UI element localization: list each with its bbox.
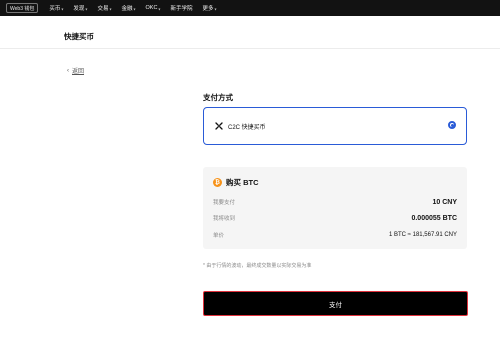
price-disclaimer: * 由于行情的波动，最终成交数量以实际交易为准: [203, 263, 312, 269]
page-header: 快捷买币: [0, 16, 500, 49]
nav-item-discover[interactable]: 发现 ▾: [73, 4, 87, 12]
summary-value: 0.000055 BTC: [411, 214, 457, 222]
summary-header: ₿ 购买 BTC: [213, 177, 259, 188]
nav-item-buy[interactable]: 买币 ▾: [49, 4, 63, 12]
chevron-down-icon: ▾: [158, 5, 161, 11]
payment-section-title: 支付方式: [203, 93, 233, 102]
chevron-down-icon: ▾: [85, 5, 88, 11]
nav-item-more[interactable]: 更多 ▾: [202, 4, 216, 12]
summary-row-receive: 我将收到 0.000055 BTC: [213, 214, 457, 223]
summary-key: 单价: [213, 233, 225, 239]
payment-method-c2c[interactable]: C2C 快捷买币: [203, 107, 467, 145]
back-label: 返回: [72, 69, 85, 75]
nav-item-finance[interactable]: 金融 ▾: [121, 4, 135, 12]
chevron-left-icon: ‹: [67, 67, 69, 74]
top-nav: Web3 钱包 买币 ▾ 发现 ▾ 交易 ▾ 金融 ▾ OKC ▾ 新手学院 更多 ▾: [0, 0, 500, 16]
summary-key: 我要支付: [213, 200, 236, 206]
chevron-down-icon: ▾: [133, 5, 136, 11]
payment-method-label: C2C 快捷买币: [228, 124, 266, 131]
nav-item-label: 更多: [202, 6, 214, 12]
nav-item-label: 交易: [97, 6, 109, 12]
nav-item-trade[interactable]: 交易 ▾: [97, 4, 111, 12]
web3-wallet-badge[interactable]: Web3 钱包: [6, 3, 39, 13]
summary-row-pay: 我要支付 10 CNY: [213, 198, 457, 207]
chevron-down-icon: ▾: [214, 5, 217, 11]
nav-item-label: 发现: [73, 6, 85, 12]
back-button[interactable]: ‹ 返回: [67, 66, 85, 76]
page-title: 快捷买币: [64, 32, 94, 41]
c2c-icon: [215, 122, 223, 130]
nav-item-academy[interactable]: 新手学院: [170, 4, 192, 12]
chevron-down-icon: ▾: [61, 5, 64, 11]
nav-item-label: 新手学院: [170, 6, 193, 12]
radio-selected-icon[interactable]: [448, 121, 456, 129]
order-summary: ₿ 购买 BTC 我要支付 10 CNY 我将收到 0.000055 BTC 单…: [203, 167, 467, 249]
summary-value: 1 BTC ≈ 181,567.91 CNY: [389, 232, 457, 238]
chevron-down-icon: ▾: [109, 5, 112, 11]
summary-row-price: 单价 1 BTC ≈ 181,567.91 CNY: [213, 231, 457, 239]
btc-icon: ₿: [213, 178, 222, 187]
nav-item-okc[interactable]: OKC ▾: [146, 4, 161, 12]
nav-item-label: 买币: [49, 6, 61, 12]
summary-title: 购买 BTC: [226, 178, 259, 187]
nav-item-label: 金融: [121, 6, 133, 12]
nav-item-label: OKC: [145, 5, 158, 11]
pay-button[interactable]: 支付: [203, 291, 468, 316]
summary-value: 10 CNY: [432, 198, 457, 206]
nav-menu: 买币 ▾ 发现 ▾ 交易 ▾ 金融 ▾ OKC ▾ 新手学院 更多 ▾: [49, 4, 216, 12]
summary-key: 我将收到: [213, 216, 236, 222]
